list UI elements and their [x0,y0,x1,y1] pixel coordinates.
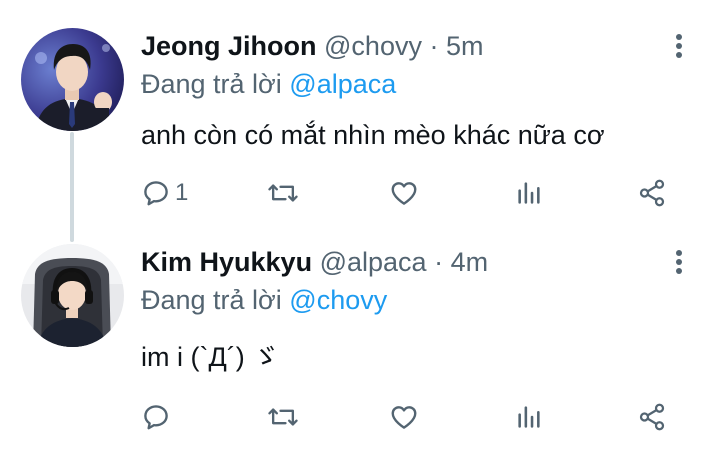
more-options-button[interactable] [667,246,691,278]
timestamp[interactable]: 4m [451,247,489,277]
analytics-icon [518,406,540,428]
avatar[interactable] [21,244,124,347]
analytics-icon [518,182,540,204]
display-name[interactable]: Kim Hyukkyu [141,247,312,277]
more-vertical-icon [676,34,682,58]
display-name[interactable]: Jeong Jihoon [141,31,317,61]
tweet-text: im i (`Д´) ゞ [141,342,280,372]
retweet-icon [268,184,298,202]
user-handle[interactable]: @chovy [324,31,422,61]
reply-button[interactable] [141,400,175,434]
reply-thread: Jeong Jihoon @chovy · 5m Đang trả lời @a… [0,0,719,454]
tweet[interactable]: Jeong Jihoon @chovy · 5m Đang trả lời @a… [0,0,719,232]
retweet-icon [268,408,298,426]
reply-count: 1 [175,179,189,206]
retweet-button[interactable] [267,400,303,434]
analytics-button[interactable] [515,176,543,210]
tweet-header: Kim Hyukkyu @alpaca · 4m [141,246,488,278]
retweet-button[interactable] [267,176,303,210]
tweet-text: anh còn có mắt nhìn mèo khác nữa cơ [141,120,605,150]
reply-icon [144,405,168,430]
like-button[interactable] [389,400,423,434]
like-button[interactable] [389,176,423,210]
separator-dot: · [429,31,439,61]
more-options-button[interactable] [667,30,691,62]
share-button[interactable] [637,176,667,210]
user-handle[interactable]: @alpaca [320,247,427,277]
share-icon [639,179,665,207]
share-button[interactable] [637,400,667,434]
replying-to-label: Đang trả lời [141,69,282,99]
reply-button[interactable]: 1 [141,176,188,210]
tweet-actions [141,400,681,434]
analytics-button[interactable] [515,400,543,434]
heart-icon [391,182,417,205]
reply-icon [144,181,168,206]
replying-to: Đang trả lời @alpaca [141,68,396,100]
avatar[interactable] [21,28,124,131]
tweet-header: Jeong Jihoon @chovy · 5m [141,30,484,62]
more-vertical-icon [676,250,682,274]
mention-link[interactable]: @chovy [289,285,387,315]
share-icon [639,403,665,431]
tweet[interactable]: Kim Hyukkyu @alpaca · 4m Đang trả lời @c… [0,232,719,454]
separator-dot: · [434,247,444,277]
tweet-actions: 1 [141,176,681,210]
heart-icon [391,406,417,429]
replying-to-label: Đang trả lời [141,285,282,315]
replying-to: Đang trả lời @chovy [141,284,387,316]
timestamp[interactable]: 5m [446,31,484,61]
mention-link[interactable]: @alpaca [289,69,396,99]
